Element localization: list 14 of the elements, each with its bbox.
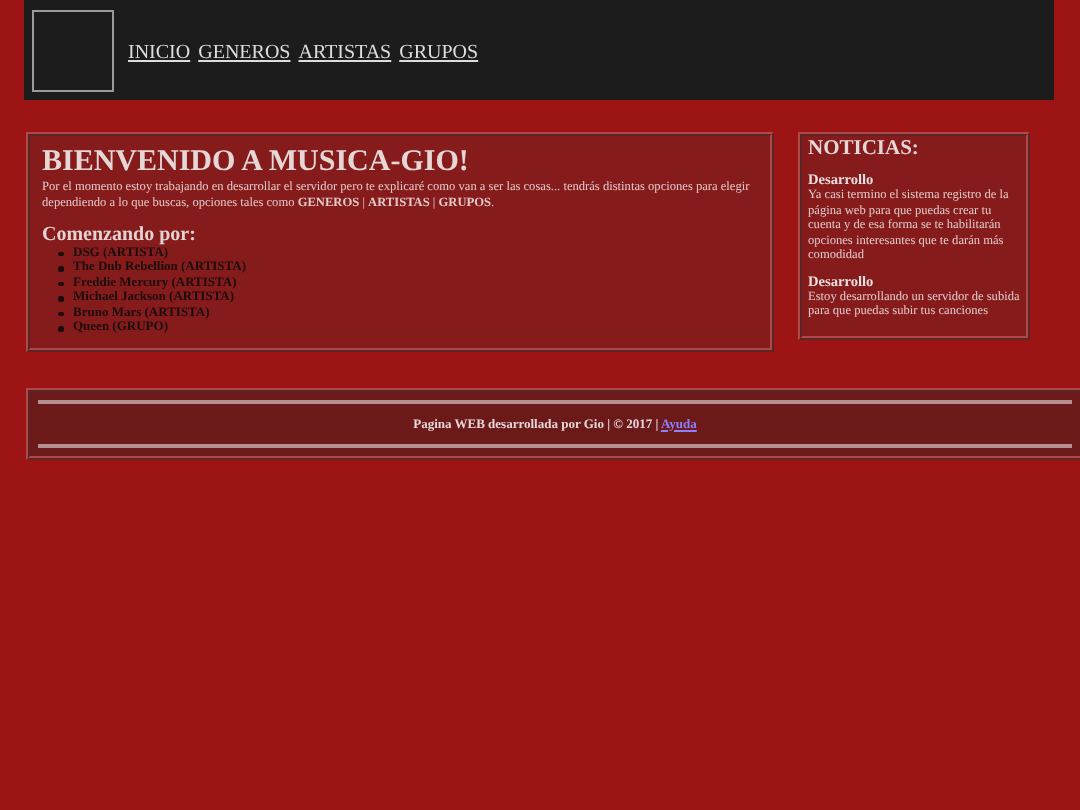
nav-link[interactable]: INICIO bbox=[128, 41, 191, 63]
bullet-icon bbox=[58, 311, 63, 316]
broken-image bbox=[32, 9, 114, 91]
nav-link[interactable]: GENEROS bbox=[198, 41, 291, 63]
bullet-icon bbox=[58, 266, 63, 271]
bullet-icon bbox=[58, 281, 63, 286]
welcome-title: BIENVENIDO A MUSICA-GIO! bbox=[42, 146, 471, 178]
nav-link[interactable]: ARTISTAS bbox=[298, 41, 392, 63]
nav-link[interactable]: GRUPOS bbox=[399, 41, 479, 63]
bullet-icon bbox=[58, 251, 63, 256]
news-title: NOTICIAS: bbox=[808, 138, 921, 162]
bullet-icon bbox=[58, 326, 63, 331]
section-heading: Comenzando por: bbox=[42, 224, 198, 246]
bullet-icon bbox=[58, 296, 63, 301]
